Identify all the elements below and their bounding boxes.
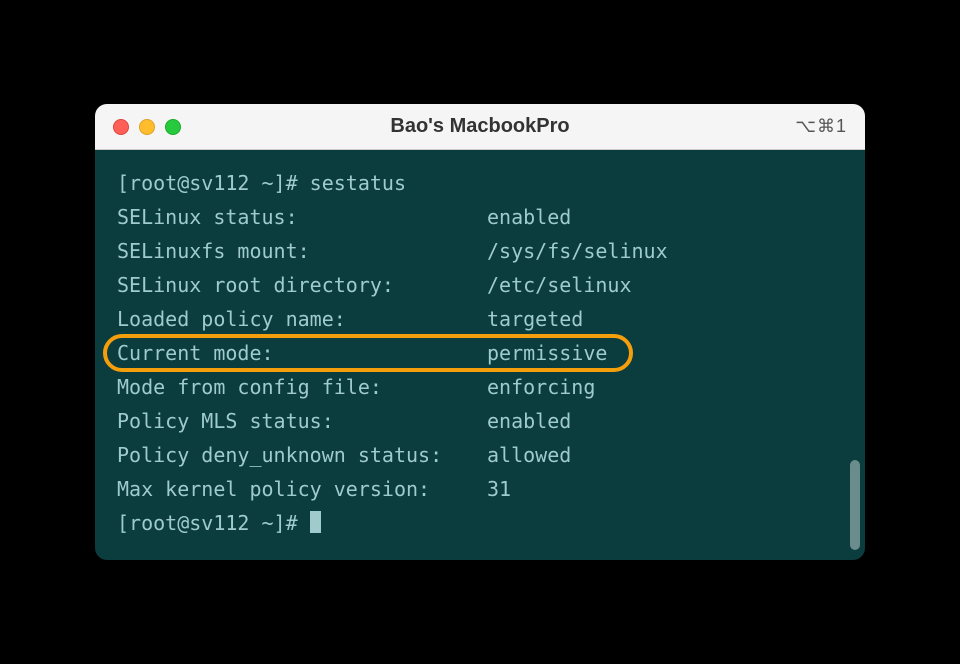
output-value: /etc/selinux <box>487 268 843 302</box>
output-label: SELinuxfs mount: <box>117 234 487 268</box>
zoom-icon[interactable] <box>165 119 181 135</box>
output-row: SELinux status:enabled <box>117 200 843 234</box>
output-row: Current mode:permissive <box>117 336 843 370</box>
output-row: Loaded policy name:targeted <box>117 302 843 336</box>
window-title: Bao's MacbookPro <box>390 115 569 138</box>
output-row: SELinux root directory:/etc/selinux <box>117 268 843 302</box>
terminal-window: Bao's MacbookPro ⌥⌘1 [root@sv112 ~]# ses… <box>95 104 865 560</box>
output-label: Mode from config file: <box>117 370 487 404</box>
output-label: Policy MLS status: <box>117 404 487 438</box>
output-value: enforcing <box>487 370 843 404</box>
prompt-command: [root@sv112 ~]# sestatus <box>117 166 843 200</box>
output-row: Mode from config file:enforcing <box>117 370 843 404</box>
output-label: SELinux root directory: <box>117 268 487 302</box>
output-label: Loaded policy name: <box>117 302 487 336</box>
output-row: Policy MLS status:enabled <box>117 404 843 438</box>
output-row: SELinuxfs mount:/sys/fs/selinux <box>117 234 843 268</box>
prompt-text: [root@sv112 ~]# <box>117 511 310 535</box>
prompt-idle: [root@sv112 ~]# <box>117 506 843 540</box>
output-value: /sys/fs/selinux <box>487 234 843 268</box>
close-icon[interactable] <box>113 119 129 135</box>
output-value: targeted <box>487 302 843 336</box>
output-value: enabled <box>487 200 843 234</box>
output-value: allowed <box>487 438 843 472</box>
traffic-lights <box>113 119 181 135</box>
output-label: SELinux status: <box>117 200 487 234</box>
shortcut-label: ⌥⌘1 <box>795 116 847 137</box>
output-label: Current mode: <box>117 336 487 370</box>
cursor-icon <box>310 511 321 533</box>
titlebar: Bao's MacbookPro ⌥⌘1 <box>95 104 865 150</box>
output-value: 31 <box>487 472 843 506</box>
output-label: Policy deny_unknown status: <box>117 438 487 472</box>
output-row: Max kernel policy version:31 <box>117 472 843 506</box>
scrollbar[interactable] <box>850 460 860 550</box>
output-value: enabled <box>487 404 843 438</box>
terminal-body[interactable]: [root@sv112 ~]# sestatus SELinux status:… <box>95 150 865 560</box>
output-row: Policy deny_unknown status:allowed <box>117 438 843 472</box>
output-value: permissive <box>487 336 843 370</box>
minimize-icon[interactable] <box>139 119 155 135</box>
output-label: Max kernel policy version: <box>117 472 487 506</box>
